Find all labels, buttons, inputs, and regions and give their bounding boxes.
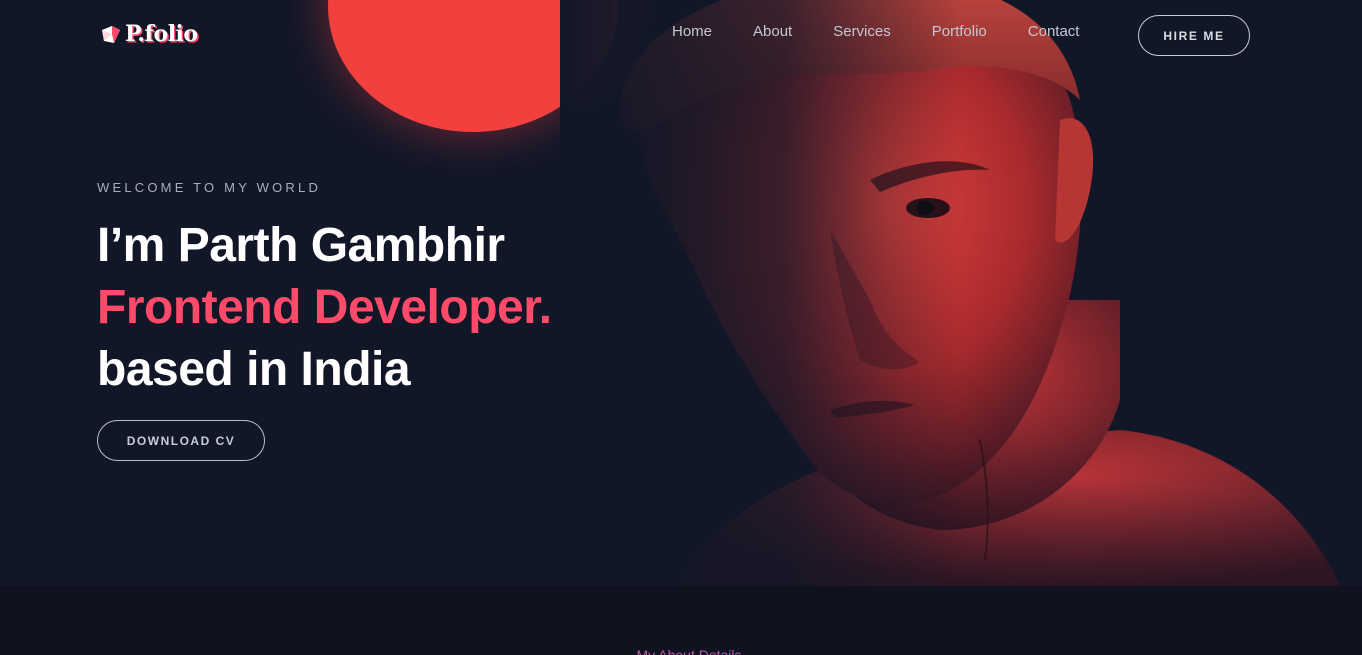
nav-services[interactable]: Services [833, 23, 891, 40]
main-nav: Home About Services Portfolio Contact [672, 23, 1079, 40]
nav-contact[interactable]: Contact [1028, 23, 1080, 40]
site-logo[interactable]: P.folio [100, 21, 198, 47]
hire-me-button[interactable]: HIRE ME [1138, 15, 1250, 56]
about-section-title: My About Details [0, 647, 1362, 655]
hero-section: WELCOME TO MY WORLD I’m Parth Gambhir Fr… [0, 0, 1362, 586]
hero-portrait-image [560, 0, 1362, 586]
logo-cube-icon [100, 24, 122, 44]
hero-location-line: based in India [97, 343, 411, 396]
hero-text: WELCOME TO MY WORLD I’m Parth Gambhir Fr… [97, 180, 552, 401]
nav-home[interactable]: Home [672, 23, 712, 40]
site-header: P.folio Home About Services Portfolio Co… [0, 0, 1362, 70]
welcome-tagline: WELCOME TO MY WORLD [97, 180, 322, 195]
portfolio-page: WELCOME TO MY WORLD I’m Parth Gambhir Fr… [0, 0, 1362, 655]
nav-portfolio[interactable]: Portfolio [932, 23, 987, 40]
nav-about[interactable]: About [753, 23, 792, 40]
logo-text: P.folio [125, 21, 198, 47]
download-cv-button[interactable]: DOWNLOAD CV [97, 420, 265, 461]
about-section: My About Details [0, 586, 1362, 655]
hero-name-line: I’m Parth Gambhir [97, 219, 505, 272]
hero-role-line: Frontend Developer. [97, 281, 552, 334]
